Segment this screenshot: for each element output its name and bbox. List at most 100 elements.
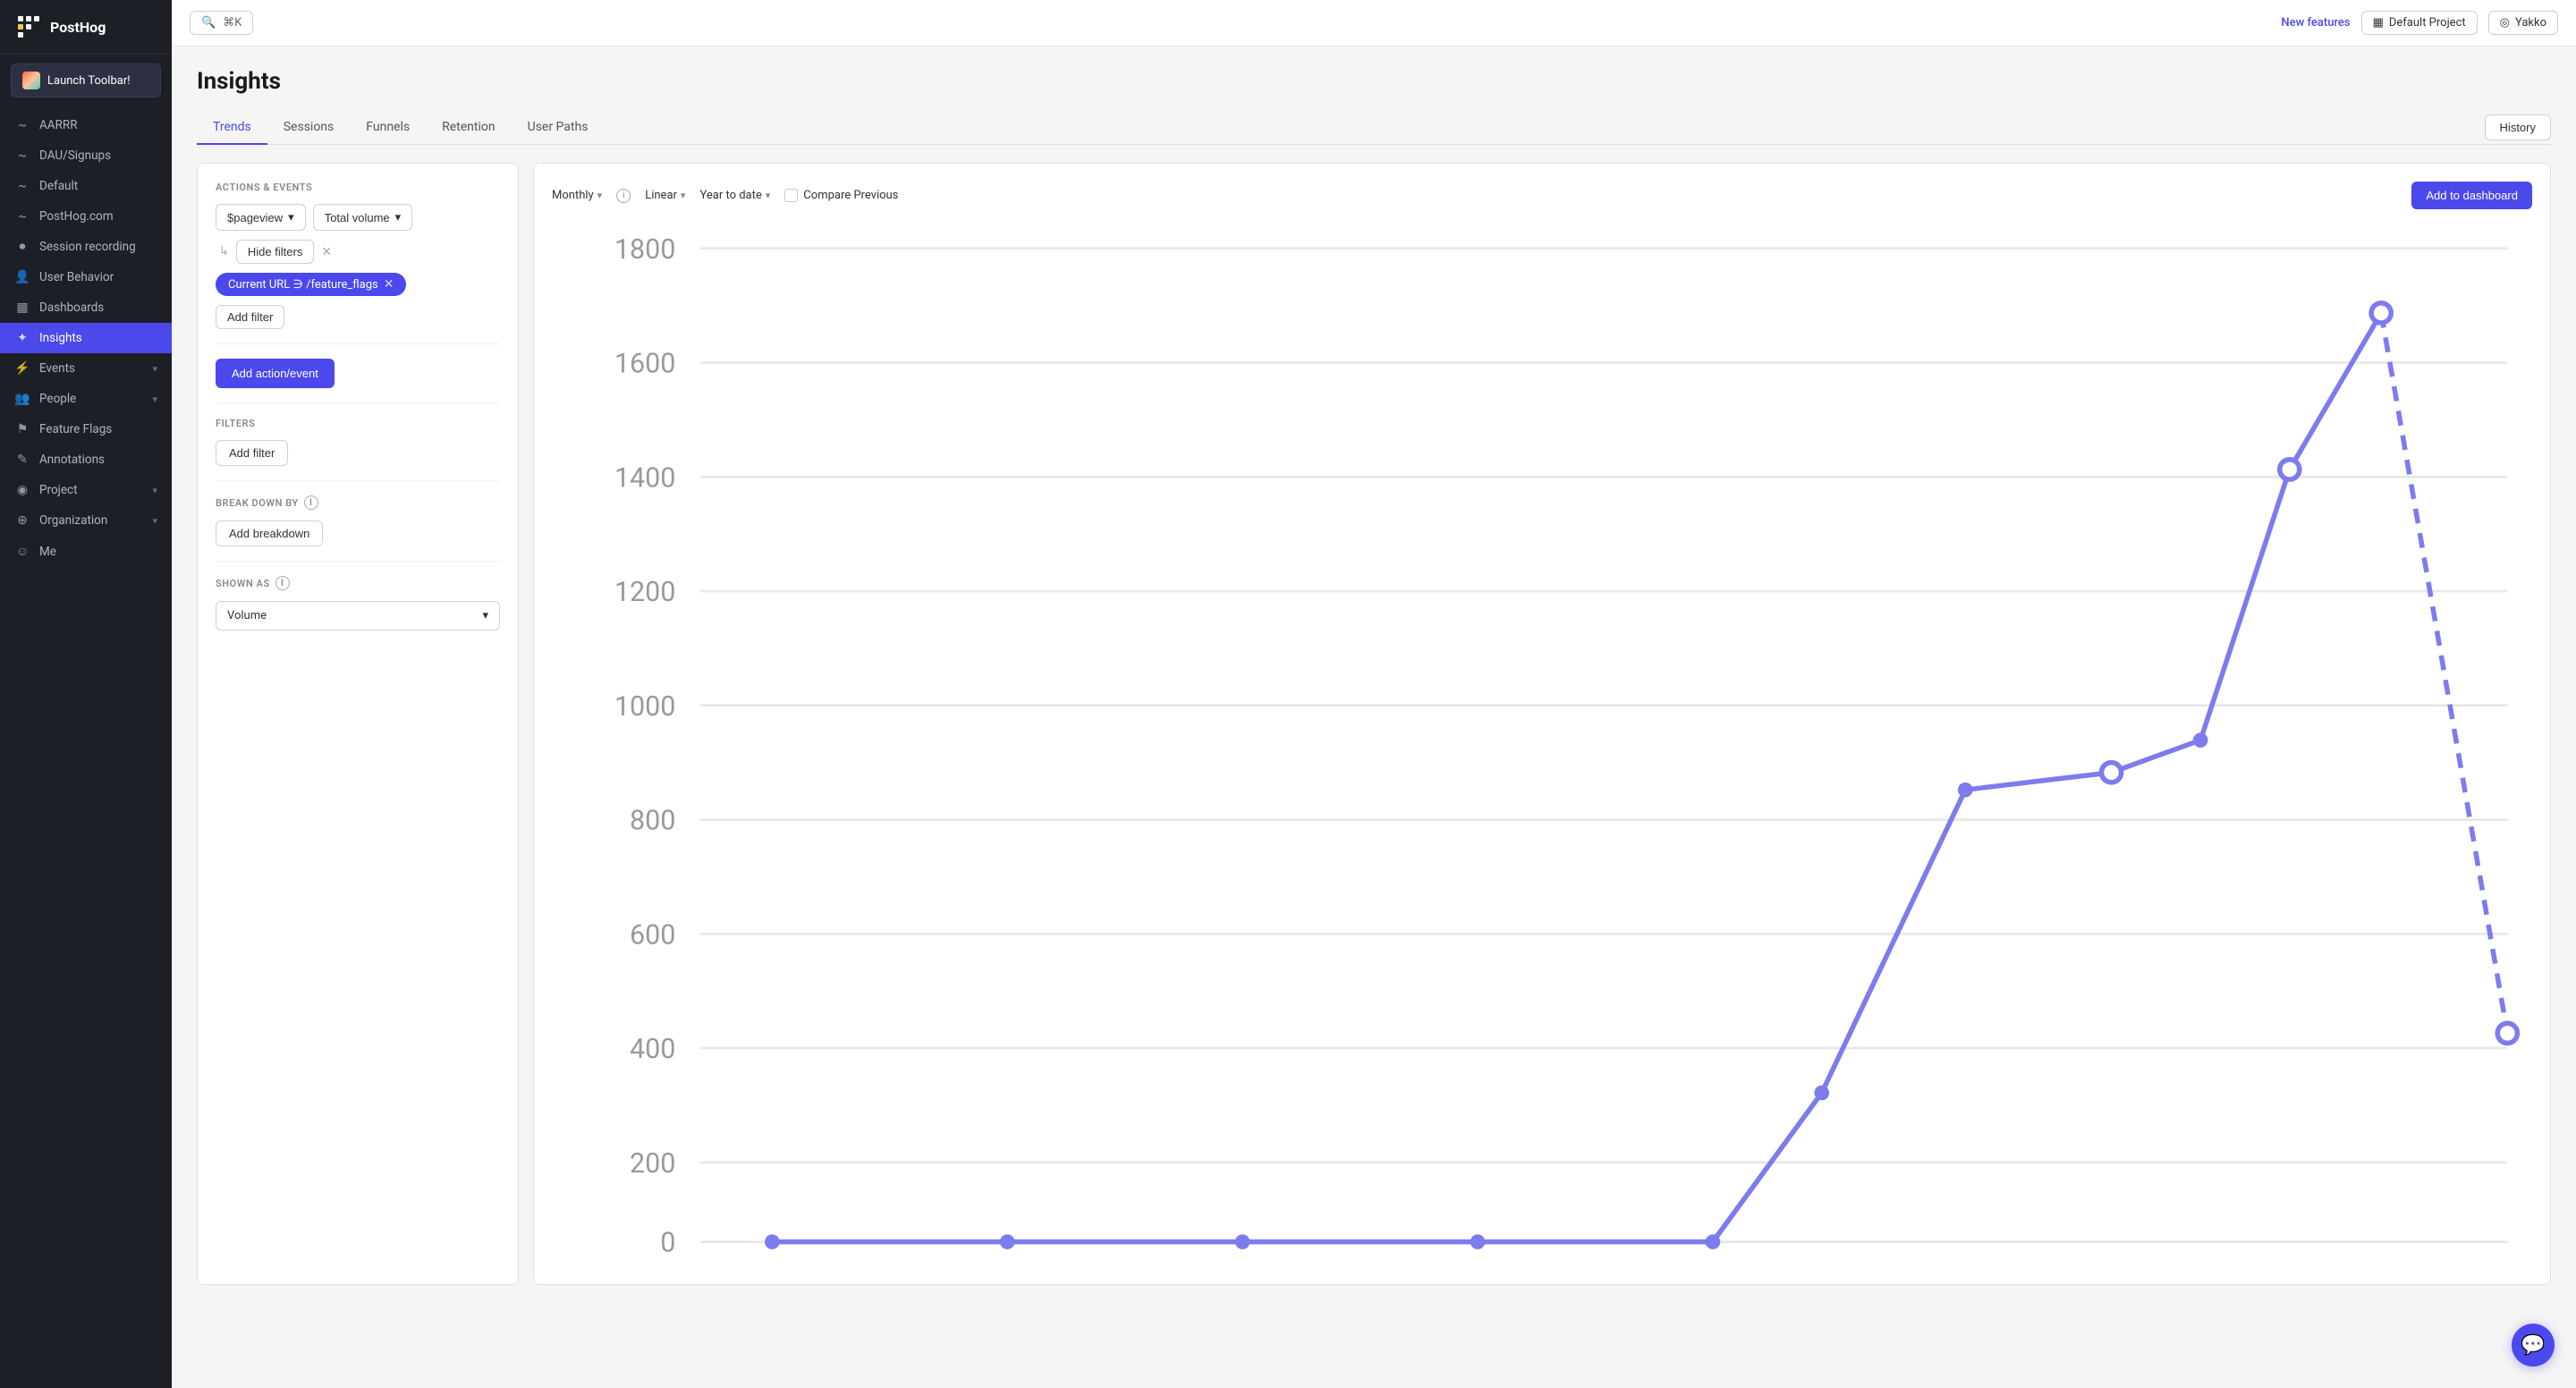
chevron-icon: ▾: [152, 363, 157, 375]
chart-area: 1800 1600 1400 1200 1000 800 600: [552, 224, 2532, 1266]
chat-button[interactable]: 💬: [2512, 1324, 2555, 1367]
sidebar-item-label: DAU/Signups: [39, 148, 111, 163]
project-icon: ▦: [2373, 16, 2384, 30]
chart-controls: Monthly ▾ i Linear ▾ Year to date ▾ Com: [552, 182, 2532, 209]
sidebar-header: PostHog: [0, 0, 172, 55]
sidebar-item-dau-signups[interactable]: ~ DAU/Signups: [0, 140, 172, 171]
user-icon: ◎: [2500, 16, 2510, 30]
linear-control[interactable]: Linear ▾: [645, 189, 685, 202]
content-area: Insights Trends Sessions Funnels Retenti…: [172, 47, 2576, 1388]
feature-flags-icon: ⚑: [14, 422, 30, 436]
annotations-icon: ✎: [14, 453, 30, 467]
sidebar-item-label: Annotations: [39, 453, 105, 467]
add-filter-section-button[interactable]: Add filter: [216, 440, 288, 466]
user-menu-button[interactable]: ◎ Yakko: [2488, 11, 2558, 35]
posthog-logo-icon: [14, 13, 43, 41]
sidebar-item-label: Me: [39, 545, 56, 559]
chevron-icon: ▾: [152, 485, 157, 496]
chip-close-button[interactable]: ✕: [384, 277, 394, 292]
sidebar-item-aarrr[interactable]: ~ AARRR: [0, 110, 172, 140]
default-project-button[interactable]: ▦ Default Project: [2361, 11, 2478, 35]
search-box[interactable]: 🔍 ⌘K: [190, 11, 253, 35]
sidebar-item-feature-flags[interactable]: ⚑ Feature Flags: [0, 414, 172, 444]
shown-as-info-icon: i: [275, 576, 290, 590]
chat-icon: 💬: [2521, 1334, 2545, 1357]
svg-text:600: 600: [630, 919, 675, 951]
organization-icon: ⊕: [14, 513, 30, 528]
dashboards-icon: ▦: [14, 300, 30, 315]
shown-as-section-label: Shown as i: [216, 576, 500, 590]
year-to-date-control[interactable]: Year to date ▾: [699, 189, 770, 202]
add-breakdown-button[interactable]: Add breakdown: [216, 520, 323, 546]
filter-close-button[interactable]: ✕: [321, 244, 332, 259]
sidebar-item-posthog-com[interactable]: ~ PostHog.com: [0, 201, 172, 232]
svg-text:800: 800: [630, 806, 675, 837]
events-icon: ⚡: [14, 361, 30, 376]
svg-text:1400: 1400: [614, 462, 675, 494]
actions-events-label: Actions & Events: [216, 182, 500, 193]
sidebar-item-me[interactable]: ☺ Me: [0, 536, 172, 567]
linear-chevron-icon: ▾: [681, 190, 686, 201]
topbar-right: New features ▦ Default Project ◎ Yakko: [2281, 11, 2558, 35]
chart-info-icon: i: [616, 189, 631, 203]
sidebar-item-default[interactable]: ~ Default: [0, 171, 172, 201]
sidebar-item-organization[interactable]: ⊕ Organization ▾: [0, 505, 172, 536]
compare-previous-group: Compare Previous: [784, 189, 898, 202]
svg-text:1000: 1000: [614, 691, 675, 723]
aarrr-icon: ~: [14, 118, 30, 132]
sidebar-item-label: User Behavior: [39, 270, 114, 284]
svg-text:1200: 1200: [614, 577, 675, 608]
shown-as-chevron-icon: ▾: [482, 609, 488, 622]
total-volume-dropdown[interactable]: Total volume ▾: [313, 204, 413, 231]
monthly-control[interactable]: Monthly ▾: [552, 189, 602, 202]
launch-toolbar-button[interactable]: Launch Toolbar!: [11, 63, 161, 97]
sidebar-item-user-behavior[interactable]: 👤 User Behavior: [0, 262, 172, 292]
add-filter-button[interactable]: Add filter: [216, 305, 284, 329]
dau-signups-icon: ~: [14, 148, 30, 163]
history-button[interactable]: History: [2485, 114, 2551, 140]
sidebar-item-label: Session recording: [39, 240, 136, 254]
sidebar-item-label: Organization: [39, 513, 107, 528]
svg-text:1800: 1800: [614, 234, 675, 266]
breakdown-section-label: Break down by i: [216, 495, 500, 510]
filter-sub-row: ↳ Hide filters ✕: [219, 240, 500, 264]
page-title: Insights: [197, 68, 2551, 95]
chip-row: Current URL ∋ /feature_flags ✕: [216, 273, 500, 296]
section-divider-2: [216, 402, 500, 403]
pageview-dropdown[interactable]: $pageview ▾: [216, 204, 306, 231]
sidebar-item-label: AARRR: [39, 118, 78, 132]
posthog-logo: PostHog: [14, 13, 106, 41]
sidebar-item-label: Project: [39, 483, 78, 497]
sidebar-item-insights[interactable]: ✦ Insights: [0, 323, 172, 353]
tab-retention[interactable]: Retention: [426, 111, 512, 145]
me-icon: ☺: [14, 544, 30, 559]
sidebar-item-dashboards[interactable]: ▦ Dashboards: [0, 292, 172, 323]
sidebar-item-session-recording[interactable]: ⏺ Session recording: [0, 232, 172, 262]
sidebar-item-people[interactable]: 👥 People ▾: [0, 384, 172, 414]
sidebar-item-annotations[interactable]: ✎ Annotations: [0, 444, 172, 475]
tab-sessions[interactable]: Sessions: [267, 111, 351, 145]
sidebar-item-label: Insights: [39, 331, 82, 345]
sidebar-item-events[interactable]: ⚡ Events ▾: [0, 353, 172, 384]
search-icon: 🔍: [201, 16, 216, 30]
add-to-dashboard-button[interactable]: Add to dashboard: [2411, 182, 2532, 209]
shown-as-select[interactable]: Volume ▾: [216, 601, 500, 631]
new-features-button[interactable]: New features: [2281, 16, 2350, 30]
actions-filter-row: $pageview ▾ Total volume ▾: [216, 204, 500, 231]
compare-previous-checkbox[interactable]: [784, 189, 798, 202]
sidebar-item-label: Feature Flags: [39, 422, 112, 436]
tab-user-paths[interactable]: User Paths: [512, 111, 605, 145]
tab-funnels[interactable]: Funnels: [350, 111, 426, 145]
posthog-com-icon: ~: [14, 209, 30, 224]
sidebar-item-project[interactable]: ◉ Project ▾: [0, 475, 172, 505]
hide-filters-button[interactable]: Hide filters: [236, 240, 314, 264]
add-filter-row: Add filter: [216, 305, 500, 329]
tab-trends[interactable]: Trends: [197, 111, 267, 145]
add-action-event-button[interactable]: Add action/event: [216, 359, 335, 388]
svg-text:1600: 1600: [614, 349, 675, 380]
chevron-icon: ▾: [152, 515, 157, 527]
breakdown-info-icon: i: [304, 495, 318, 510]
section-divider-4: [216, 561, 500, 562]
topbar: 🔍 ⌘K New features ▦ Default Project ◎ Ya…: [172, 0, 2576, 47]
svg-text:400: 400: [630, 1034, 675, 1065]
